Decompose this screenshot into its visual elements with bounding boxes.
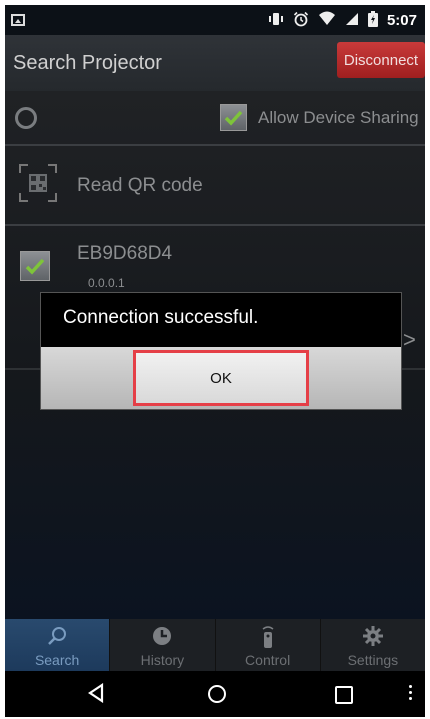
battery-icon: [367, 10, 378, 30]
sharing-row: Allow Device Sharing: [5, 91, 425, 143]
search-icon: [48, 627, 67, 645]
overflow-menu-icon[interactable]: [409, 685, 413, 703]
status-bar: 5:07: [5, 5, 425, 35]
vibrate-icon: [268, 12, 284, 29]
back-icon[interactable]: [87, 683, 105, 703]
read-qr-label: Read QR code: [77, 175, 203, 196]
gear-icon: [362, 626, 383, 646]
allow-sharing-checkbox[interactable]: [220, 104, 247, 131]
chevron-right-icon[interactable]: >: [403, 327, 416, 353]
action-bar: Search Projector Disconnect: [5, 35, 425, 92]
divider: [5, 224, 425, 226]
device-ip: 0.0.0.1: [88, 276, 125, 290]
checkmark-icon: [224, 110, 243, 126]
ok-button[interactable]: OK: [133, 350, 309, 406]
recent-apps-icon[interactable]: [335, 686, 353, 704]
connection-dialog: Connection successful. OK: [40, 292, 402, 410]
read-qr-row[interactable]: Read QR code: [5, 145, 425, 221]
remote-icon: [262, 626, 274, 648]
alarm-icon: [293, 11, 309, 30]
dialog-button-area: OK: [41, 347, 401, 409]
signal-icon: [345, 12, 359, 29]
allow-sharing-label: Allow Device Sharing: [258, 108, 419, 127]
home-icon[interactable]: [208, 685, 226, 703]
system-nav-bar: [5, 671, 425, 717]
tab-settings[interactable]: Settings: [321, 619, 425, 671]
status-time: 5:07: [386, 11, 417, 29]
dialog-message-area: Connection successful.: [41, 293, 401, 347]
disconnect-button[interactable]: Disconnect: [337, 42, 425, 78]
tab-control-label: Control: [245, 652, 291, 668]
clock-icon: [153, 627, 172, 645]
tab-history-label: History: [140, 652, 185, 668]
tab-search[interactable]: Search: [5, 619, 111, 671]
checkmark-icon: [25, 258, 45, 275]
wifi-icon: [318, 11, 336, 29]
tab-search-label: Search: [34, 652, 80, 668]
device-name: EB9D68D4: [77, 243, 173, 264]
page-title: Search Projector: [13, 52, 162, 74]
tab-control[interactable]: Control: [216, 619, 321, 671]
tab-settings-label: Settings: [347, 652, 399, 668]
loading-spinner-icon: [15, 107, 37, 129]
device-checkbox[interactable]: [20, 251, 50, 281]
dialog-message: Connection successful.: [63, 307, 259, 328]
phone-screen: 5:07 Search Projector Disconnect Allow D…: [5, 5, 425, 717]
bottom-tab-bar: Search History Control Settings: [5, 619, 425, 671]
image-icon: [11, 14, 25, 26]
tab-history[interactable]: History: [110, 619, 216, 671]
qr-code-icon: [19, 164, 57, 202]
